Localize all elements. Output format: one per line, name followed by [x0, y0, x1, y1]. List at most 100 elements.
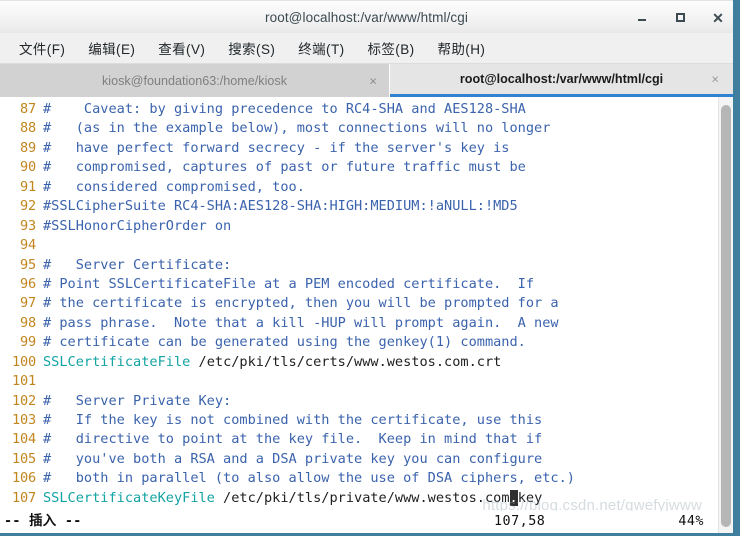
- line-number: 99: [20, 334, 36, 351]
- editor-line: 106 # both in parallel (to also allow the…: [0, 469, 718, 488]
- config-directive: SSLCertificateKeyFile: [43, 489, 215, 506]
- menu-item-tabs[interactable]: 标签(B): [358, 35, 425, 62]
- config-value: /etc/pki/tls/private/www.westos.com: [214, 489, 510, 506]
- menu-item-help[interactable]: 帮助(H): [428, 35, 496, 62]
- maximize-icon: [675, 13, 685, 22]
- line-number: 95: [20, 256, 36, 273]
- editor-line: 102 # Server Private Key:: [0, 392, 718, 411]
- line-number: 94: [20, 237, 36, 254]
- comment-text: # (as in the example below), most connec…: [43, 120, 551, 137]
- comment-text: # certificate can be generated using the…: [43, 334, 526, 351]
- editor-line: 93 #SSLHonorCipherOrder on: [0, 217, 718, 236]
- menu-item-terminal[interactable]: 终端(T): [288, 35, 354, 62]
- tab-bar: kiosk@foundation63:/home/kiosk × root@lo…: [0, 64, 733, 97]
- editor-line: 89 # have perfect forward secrecy - if th…: [0, 139, 718, 158]
- tab-close-icon[interactable]: ×: [369, 74, 377, 87]
- editor-line: 104 # directive to point at the key file.…: [0, 430, 718, 449]
- minimize-icon: [638, 19, 646, 21]
- line-number: 89: [20, 139, 36, 156]
- comment-text: # both in parallel (to also allow the us…: [43, 470, 575, 487]
- editor-line: 101: [0, 372, 718, 391]
- comment-text: # pass phrase. Note that a kill -HUP wil…: [43, 314, 559, 331]
- comment-text: # you've both a RSA and a DSA private ke…: [43, 450, 543, 467]
- cursor-position: 107,58: [494, 513, 546, 529]
- editor-line: 91 # considered compromised, too.: [0, 178, 718, 197]
- title-bar: root@localhost:/var/www/html/cgi ✕: [0, 0, 733, 33]
- comment-text: # compromised, captures of past or futur…: [43, 159, 526, 176]
- tab-root-cgi[interactable]: root@localhost:/var/www/html/cgi ×: [390, 64, 733, 97]
- line-number: 96: [20, 275, 36, 292]
- comment-text: # Server Certificate:: [43, 256, 232, 273]
- line-number: 105: [12, 450, 36, 467]
- comment-text: # the certificate is encrypted, then you…: [43, 295, 559, 312]
- tab-close-icon[interactable]: ×: [711, 73, 719, 86]
- close-icon: ✕: [712, 9, 724, 26]
- comment-text: # If the key is not combined with the ce…: [43, 412, 543, 428]
- line-number: 88: [20, 120, 36, 137]
- editor-line: 103 # If the key is not combined with the…: [0, 411, 718, 430]
- config-value: key: [517, 489, 543, 506]
- line-number: 93: [20, 217, 36, 234]
- text-cursor: .: [509, 489, 518, 506]
- terminal-window: root@localhost:/var/www/html/cgi ✕ 文件(F)…: [0, 0, 740, 536]
- editor-lines: 87 # Caveat: by giving precedence to RC4-…: [0, 100, 718, 533]
- vim-mode-indicator: -- 插入 --: [4, 514, 82, 530]
- screenshot-root: root@localhost:/var/www/html/cgi ✕ 文件(F)…: [0, 0, 740, 536]
- line-number: 90: [20, 159, 36, 176]
- menu-item-edit[interactable]: 编辑(E): [78, 35, 145, 62]
- line-number: 100: [12, 353, 36, 370]
- minimize-button[interactable]: [633, 9, 651, 27]
- editor-line: 97 # the certificate is encrypted, then y…: [0, 294, 718, 313]
- line-number: 87: [20, 101, 36, 117]
- line-number: 104: [12, 431, 36, 448]
- menu-item-view[interactable]: 查看(V): [148, 35, 215, 62]
- comment-text: # Caveat: by giving precedence to RC4-SH…: [43, 101, 526, 117]
- window-title: root@localhost:/var/www/html/cgi: [265, 9, 468, 25]
- menu-item-search[interactable]: 搜索(S): [218, 35, 285, 62]
- scrollbar-thumb[interactable]: [721, 105, 731, 527]
- line-number: 103: [12, 412, 36, 428]
- line-number: 97: [20, 295, 36, 312]
- menu-item-file[interactable]: 文件(F): [9, 35, 75, 62]
- editor-line: 92 #SSLCipherSuite RC4-SHA:AES128-SHA:HIG…: [0, 197, 718, 216]
- comment-text: # considered compromised, too.: [43, 178, 305, 195]
- vertical-scrollbar[interactable]: [718, 97, 733, 533]
- line-number: 102: [12, 392, 36, 409]
- close-button[interactable]: ✕: [709, 9, 727, 27]
- line-number: 106: [12, 470, 36, 487]
- editor-line: 90 # compromised, captures of past or fut…: [0, 158, 718, 177]
- scroll-percentage: 44%: [678, 513, 704, 529]
- comment-text: # directive to point at the key file. Ke…: [43, 431, 543, 448]
- menu-bar: 文件(F) 编辑(E) 查看(V) 搜索(S) 终端(T) 标签(B) 帮助(H…: [0, 33, 733, 64]
- terminal-body: 87 # Caveat: by giving precedence to RC4-…: [0, 97, 733, 533]
- tab-label: root@localhost:/var/www/html/cgi: [459, 72, 664, 86]
- line-number: 91: [20, 178, 36, 195]
- comment-text: # Server Private Key:: [43, 392, 232, 409]
- line-number: 92: [20, 198, 36, 215]
- editor-line: 99 # certificate can be generated using t…: [0, 333, 718, 352]
- comment-text: #SSLCipherSuite RC4-SHA:AES128-SHA:HIGH:…: [43, 198, 518, 215]
- window-controls: ✕: [633, 1, 727, 34]
- editor-line: 100 SSLCertificateFile /etc/pki/tls/certs…: [0, 353, 718, 372]
- line-number: 98: [20, 314, 36, 331]
- editor-line: 87 # Caveat: by giving precedence to RC4-…: [0, 100, 718, 119]
- editor-line: 96 # Point SSLCertificateFile at a PEM en…: [0, 275, 718, 294]
- editor-line: 94: [0, 236, 718, 255]
- editor-line: 95 # Server Certificate:: [0, 256, 718, 275]
- editor-line: 105 # you've both a RSA and a DSA private…: [0, 450, 718, 469]
- tab-label: kiosk@foundation63:/home/kiosk: [101, 73, 287, 88]
- comment-text: # Point SSLCertificateFile at a PEM enco…: [43, 275, 535, 292]
- vim-editor[interactable]: 87 # Caveat: by giving precedence to RC4-…: [0, 97, 718, 533]
- config-directive: SSLCertificateFile: [43, 353, 191, 370]
- maximize-button[interactable]: [671, 9, 689, 27]
- line-number: 101: [12, 373, 36, 390]
- editor-line: 107 SSLCertificateKeyFile /etc/pki/tls/pr…: [0, 489, 718, 508]
- config-value: /etc/pki/tls/certs/www.westos.com.crt: [190, 353, 502, 370]
- tab-kiosk[interactable]: kiosk@foundation63:/home/kiosk ×: [0, 64, 390, 97]
- editor-line: 98 # pass phrase. Note that a kill -HUP w…: [0, 314, 718, 333]
- comment-text: #SSLHonorCipherOrder on: [43, 217, 232, 234]
- comment-text: # have perfect forward secrecy - if the …: [43, 139, 510, 156]
- vim-status-line: -- 插入 -- 107,58 44%: [0, 511, 718, 533]
- line-number: 107: [12, 489, 36, 506]
- editor-line: 88 # (as in the example below), most conn…: [0, 119, 718, 138]
